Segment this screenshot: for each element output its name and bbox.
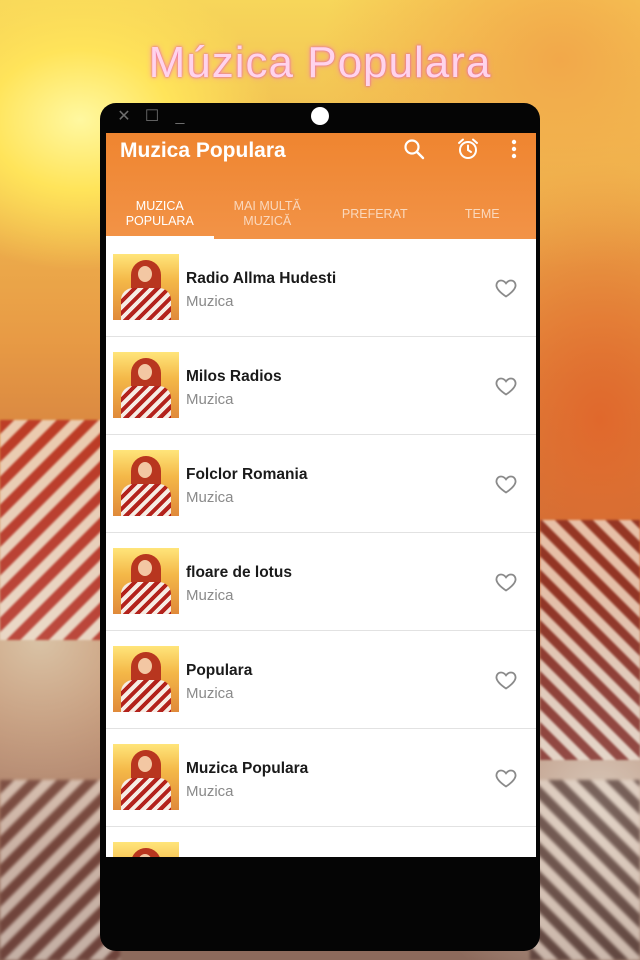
embroidery-pattern-right: [540, 520, 640, 760]
station-row[interactable]: Milos Radios Muzica: [106, 337, 536, 435]
device-top-bar: ✕ ☐ _: [100, 103, 540, 133]
tab-teme[interactable]: TEME: [429, 189, 537, 239]
heart-icon[interactable]: [494, 472, 518, 496]
station-thumbnail: [113, 254, 179, 320]
station-thumbnail: [113, 744, 179, 810]
tab-label: PREFERAT: [341, 206, 408, 221]
heart-icon[interactable]: [494, 570, 518, 594]
tab-label: MUZICA POPULARA: [125, 199, 194, 228]
station-subtitle: Muzica: [186, 685, 234, 702]
station-row[interactable]: Muzica Populara Muzica: [106, 729, 536, 827]
alarm-clock-icon[interactable]: [456, 137, 480, 161]
station-list: Radio Allma Hudesti Muzica Milos Radios …: [106, 239, 536, 857]
tab-label: MAI MULTĂ MUZICĂ: [233, 199, 301, 228]
station-thumbnail: [113, 646, 179, 712]
embroidery-pattern-bottom-right: [530, 780, 640, 960]
station-title: Milos Radios: [186, 368, 282, 385]
maximize-icon: ☐: [144, 108, 160, 125]
station-subtitle: Muzica: [186, 587, 234, 604]
station-thumbnail: [113, 842, 179, 857]
station-row[interactable]: Radio Allma Hudesti Muzica: [106, 239, 536, 337]
tab-preferat[interactable]: PREFERAT: [321, 189, 429, 239]
station-row[interactable]: floare de lotus Muzica: [106, 533, 536, 631]
more-vert-icon[interactable]: [502, 137, 526, 161]
station-title: Folclor Romania: [186, 466, 308, 483]
station-thumbnail: [113, 548, 179, 614]
app-bar: Muzica Populara MUZICA POPULARA MAI MULT…: [106, 133, 536, 239]
station-title: Populara: [186, 662, 253, 679]
search-icon[interactable]: [402, 137, 426, 161]
heart-icon[interactable]: [494, 276, 518, 300]
heart-icon[interactable]: [494, 766, 518, 790]
tab-label: TEME: [464, 206, 500, 221]
device-frame: ✕ ☐ _ Muzica Populara MUZICA POPULARA MA…: [100, 103, 540, 951]
station-subtitle: Muzica: [186, 783, 234, 800]
station-row[interactable]: Folclor Romania Muzica: [106, 435, 536, 533]
tab-muzica-populara[interactable]: MUZICA POPULARA: [106, 189, 214, 239]
tab-bar: MUZICA POPULARA MAI MULTĂ MUZICĂ PREFERAT …: [106, 189, 536, 239]
station-title: Radio Allma Hudesti: [186, 270, 337, 287]
minimize-icon: _: [175, 108, 185, 125]
station-subtitle: Muzica: [186, 293, 234, 310]
promo-title: Múzica Populara: [148, 38, 492, 87]
app-title: Muzica Populara: [120, 139, 286, 162]
camera-dot: [311, 107, 329, 125]
station-row[interactable]: Populara Muzica: [106, 631, 536, 729]
station-title: Muzica Populara: [186, 760, 309, 777]
station-subtitle: Muzica: [186, 489, 234, 506]
close-icon: ✕: [117, 108, 131, 125]
heart-icon[interactable]: [494, 374, 518, 398]
heart-icon[interactable]: [494, 668, 518, 692]
station-thumbnail: [113, 352, 179, 418]
station-thumbnail: [113, 450, 179, 516]
station-title: floare de lotus: [186, 564, 292, 581]
tab-mai-multa-muzica[interactable]: MAI MULTĂ MUZICĂ: [214, 189, 322, 239]
embroidery-pattern-left: [0, 420, 110, 640]
app-screen: Muzica Populara MUZICA POPULARA MAI MULT…: [106, 133, 536, 857]
station-row-partial[interactable]: [106, 827, 536, 857]
station-subtitle: Muzica: [186, 391, 234, 408]
